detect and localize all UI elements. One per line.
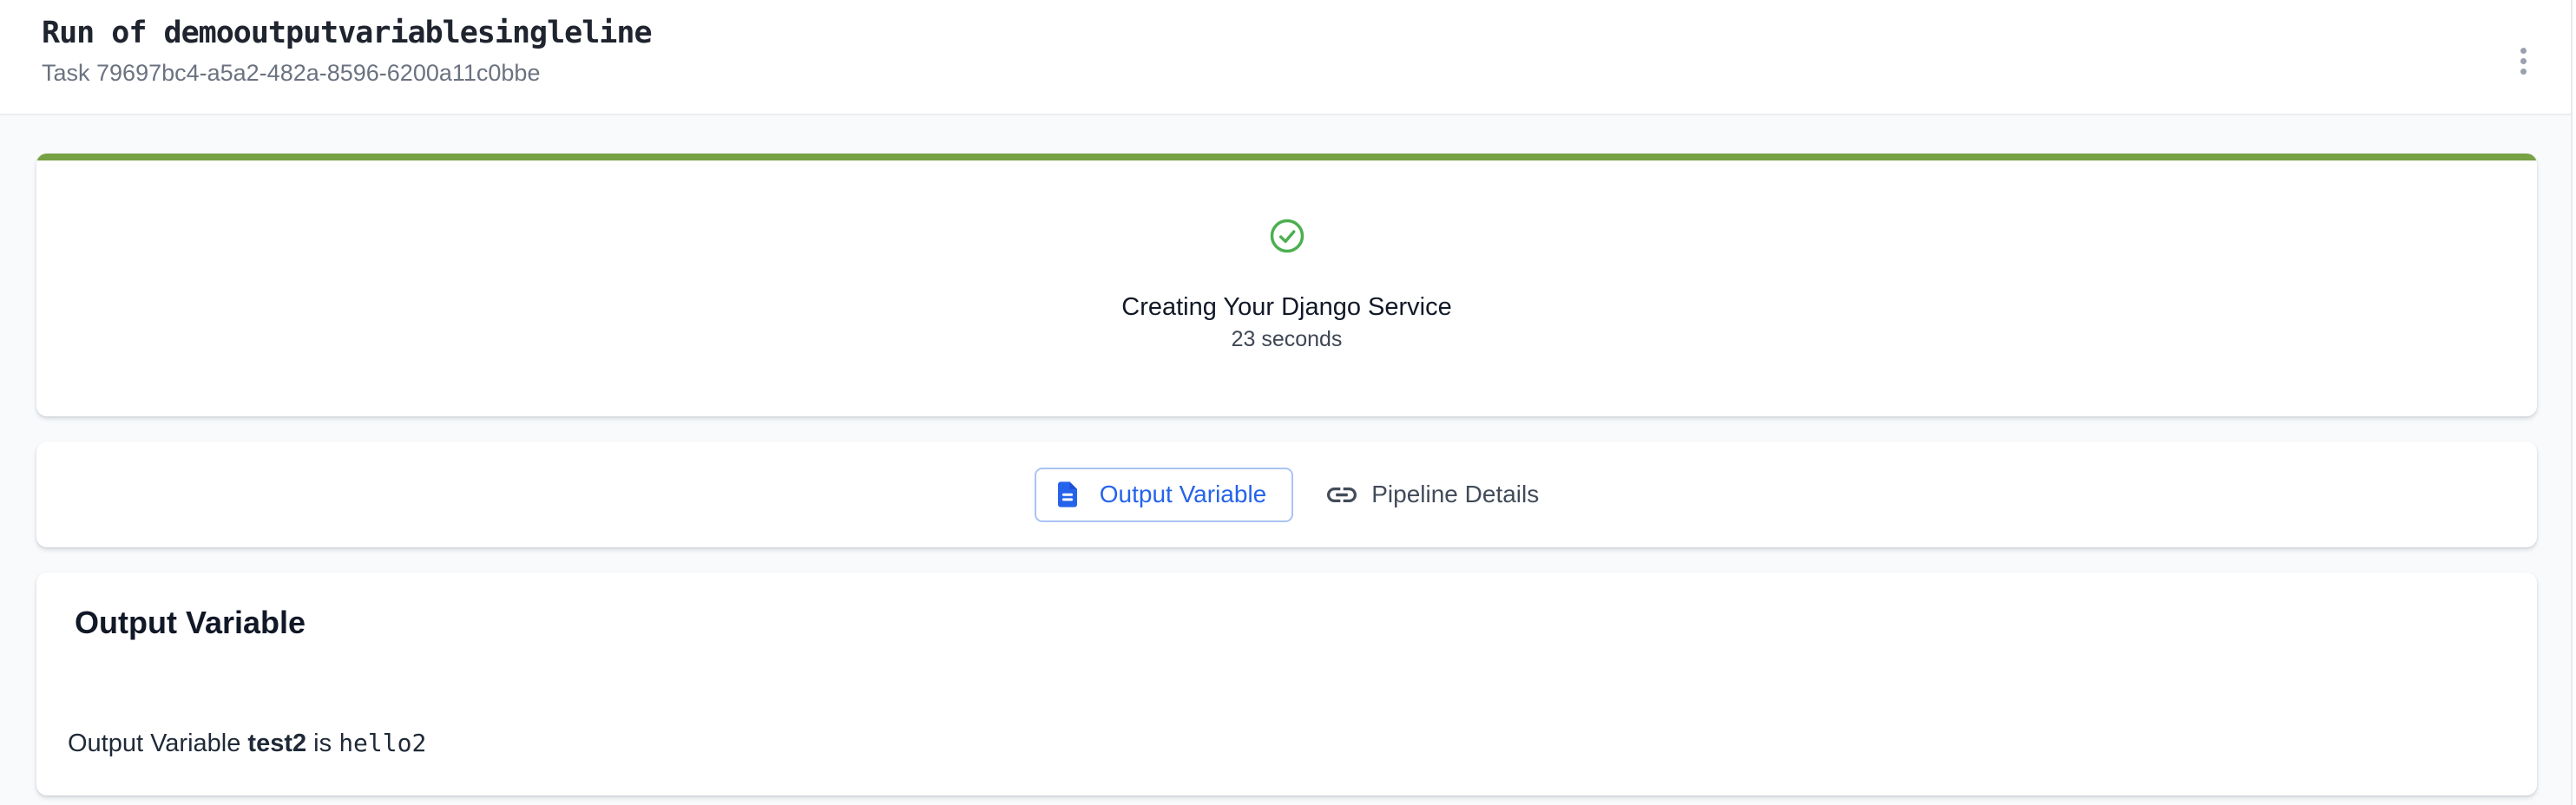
kebab-menu-icon[interactable] — [2508, 40, 2538, 82]
page-right-border — [2571, 0, 2573, 805]
output-variable-name: test2 — [247, 730, 306, 757]
task-id-subtitle: Task 79697bc4-a5a2-482a-8596-6200a11c0bb… — [42, 60, 2576, 86]
tab-pipeline-details[interactable]: Pipeline Details — [1327, 481, 1539, 508]
status-body: Creating Your Django Service 23 seconds — [36, 160, 2537, 352]
tab-output-variable-label: Output Variable — [1100, 481, 1267, 508]
main-content: Creating Your Django Service 23 seconds … — [0, 115, 2576, 795]
output-variable-heading: Output Variable — [75, 604, 2506, 642]
tab-pipeline-details-label: Pipeline Details — [1371, 481, 1539, 508]
status-card: Creating Your Django Service 23 seconds — [36, 154, 2537, 416]
output-line-middle: is — [306, 730, 338, 757]
output-variable-card: Output Variable Output Variable test2 is… — [36, 573, 2537, 795]
output-variable-line: Output Variable test2 is hello2 — [68, 728, 2506, 759]
page-header: Run of demooutputvariablesingleline Task… — [0, 0, 2576, 115]
output-variable-value: hello2 — [338, 729, 426, 757]
link-icon — [1327, 488, 1357, 502]
page-right-sliver — [2573, 0, 2576, 805]
page-title-run-name: demooutputvariablesingleline — [164, 16, 652, 50]
document-icon — [1058, 481, 1077, 507]
status-duration: 23 seconds — [1232, 326, 1343, 352]
page-title: Run of demooutputvariablesingleline — [42, 14, 2576, 52]
status-accent-bar — [36, 154, 2537, 160]
page-title-prefix: Run of — [42, 16, 164, 50]
output-line-prefix: Output Variable — [68, 730, 247, 757]
tab-output-variable[interactable]: Output Variable — [1035, 468, 1294, 522]
check-circle-icon — [1269, 218, 1305, 254]
tabs-card: Output Variable Pipeline Details — [36, 442, 2537, 547]
run-detail-page: Run of demooutputvariablesingleline Task… — [0, 0, 2576, 805]
status-title: Creating Your Django Service — [1121, 292, 1451, 322]
